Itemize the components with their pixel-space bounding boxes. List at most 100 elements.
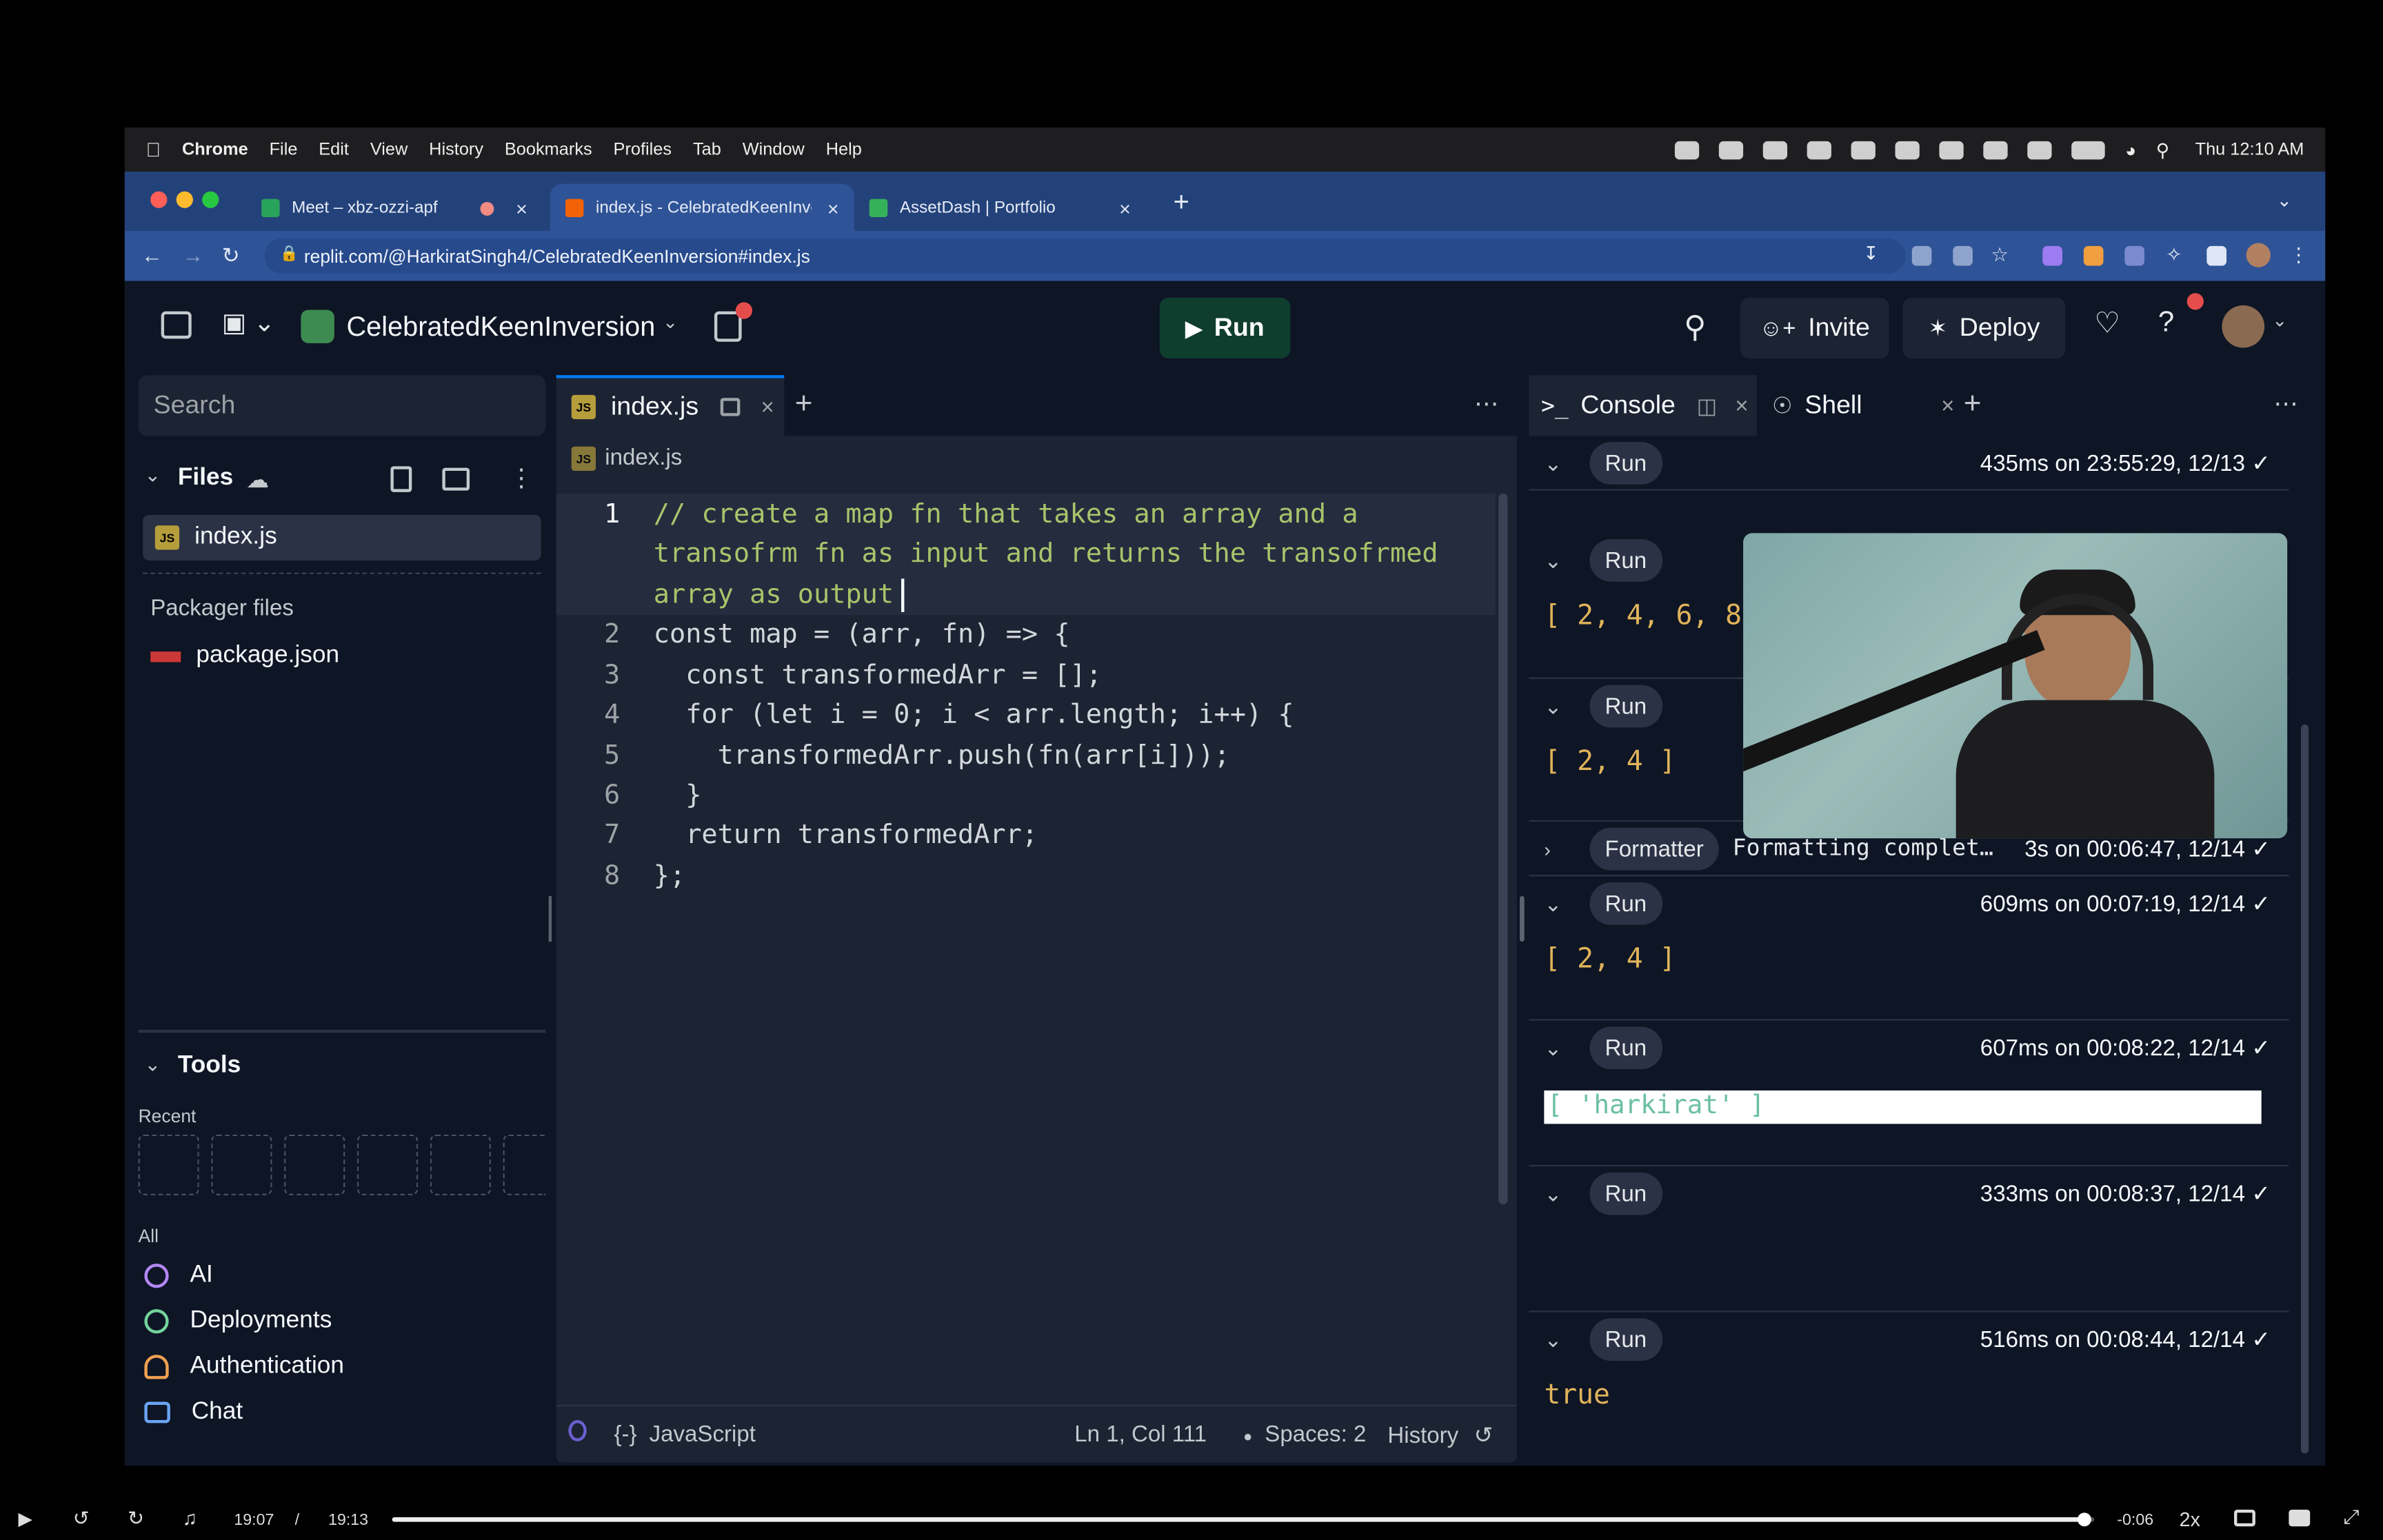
tray-icon[interactable] — [1763, 140, 1788, 159]
file-item-index-js[interactable]: JS index.js — [143, 514, 541, 560]
tray-icon[interactable] — [1851, 140, 1876, 159]
history-button[interactable]: History ↺ — [1387, 1421, 1493, 1448]
repl-menu-chevron-icon[interactable]: ⌄ — [663, 312, 678, 333]
ai-assist-icon[interactable] — [568, 1419, 587, 1441]
new-tab-icon[interactable]: + — [1174, 187, 1189, 219]
trash-icon[interactable]: ◫ — [1697, 393, 1717, 418]
zoom-icon[interactable] — [1911, 245, 1932, 266]
deploy-button[interactable]: ✶ Deploy — [1902, 297, 2066, 358]
search-icon[interactable]: ⚲ — [1684, 308, 1706, 346]
recent-tool-slot[interactable] — [430, 1134, 491, 1195]
menu-window[interactable]: Window — [743, 141, 805, 159]
help-icon[interactable]: ? — [2158, 307, 2174, 340]
menu-view[interactable]: View — [370, 141, 408, 159]
tool-item-deployments[interactable]: Deployments — [144, 1308, 332, 1335]
close-tab-icon[interactable]: × — [516, 196, 527, 219]
console-entry-header[interactable]: ⌄ Run 435ms on 23:55:29, 12/13 ✓ — [1529, 436, 2289, 490]
files-menu-icon[interactable]: ⋮ — [509, 463, 533, 494]
menu-file[interactable]: File — [270, 141, 298, 159]
minimize-window-button[interactable] — [176, 191, 193, 208]
tool-item-authentication[interactable]: Authentication — [144, 1353, 344, 1381]
files-heading[interactable]: Files — [178, 465, 233, 492]
bookmark-star-icon[interactable]: ☆ — [1991, 243, 2009, 267]
extensions-puzzle-icon[interactable]: ✧ — [2166, 243, 2182, 267]
menu-profiles[interactable]: Profiles — [614, 141, 672, 159]
collapse-chevron-icon[interactable]: ⌄ — [1544, 1326, 1562, 1352]
share-icon[interactable] — [1953, 245, 1973, 266]
close-tab-icon[interactable]: × — [1735, 393, 1748, 418]
collapse-chevron-icon[interactable]: ⌄ — [1544, 1035, 1562, 1060]
file-menu-icon[interactable] — [719, 398, 740, 416]
pane-resize-handle[interactable] — [1520, 895, 1525, 942]
console-entry-header[interactable]: ⌄ Run 516ms on 00:08:44, 12/14 ✓ — [1529, 1313, 2289, 1367]
menubar-clock[interactable]: Thu 12:10 AM — [2195, 141, 2304, 159]
new-console-tab-icon[interactable]: + — [1964, 387, 1982, 423]
menu-help[interactable]: Help — [826, 141, 862, 159]
collapse-chevron-icon[interactable]: ⌄ — [1544, 693, 1562, 719]
editor-tab-index-js[interactable]: JS index.js × — [556, 375, 785, 436]
expand-chevron-icon[interactable]: › — [1544, 838, 1551, 860]
tray-icon[interactable] — [1807, 140, 1832, 159]
close-window-button[interactable] — [150, 191, 168, 208]
seek-bar[interactable] — [392, 1512, 2095, 1527]
tray-icon[interactable] — [1719, 140, 1744, 159]
extension-icon[interactable] — [2083, 245, 2104, 266]
menu-history[interactable]: History — [429, 141, 483, 159]
spotlight-icon[interactable]: ⚲ — [2156, 139, 2169, 161]
forward-icon[interactable]: ↻ — [128, 1507, 144, 1531]
install-icon[interactable]: ↧ — [1863, 243, 1878, 265]
forward-icon[interactable]: → — [182, 243, 203, 267]
console-entry-header[interactable]: ⌄ Run 607ms on 00:08:22, 12/14 ✓ — [1529, 1021, 2289, 1075]
menu-app-name[interactable]: Chrome — [182, 141, 248, 159]
profile-avatar[interactable] — [2246, 243, 2271, 267]
user-avatar[interactable] — [2222, 305, 2265, 348]
bell-icon[interactable]: ♡ — [2094, 307, 2120, 342]
extension-icon[interactable] — [2124, 245, 2144, 266]
menu-edit[interactable]: Edit — [319, 141, 349, 159]
tray-icon[interactable] — [1984, 140, 2009, 159]
tray-icon[interactable] — [1940, 140, 1964, 159]
new-folder-icon[interactable] — [442, 467, 470, 491]
invite-button[interactable]: ☺+ Invite — [1740, 297, 1889, 358]
side-panel-icon[interactable] — [2206, 245, 2227, 266]
play-icon[interactable]: ▶ — [18, 1508, 32, 1530]
collapse-chevron-icon[interactable]: ⌄ — [1544, 891, 1562, 916]
files-collapse-chevron-icon[interactable]: ⌄ — [144, 463, 161, 487]
chrome-menu-icon[interactable]: ⋮ — [2289, 243, 2309, 267]
tool-item-ai[interactable]: AI — [144, 1262, 213, 1290]
browser-tab-assetdash[interactable]: AssetDash | Portfolio × — [854, 184, 1146, 233]
tray-icon[interactable] — [1675, 140, 1700, 159]
browser-tab-replit[interactable]: index.js - CelebratedKeenInve × — [550, 183, 854, 233]
sidebar-toggle-icon[interactable] — [161, 311, 192, 339]
close-tab-icon[interactable]: × — [1941, 393, 1954, 418]
tools-collapse-chevron-icon[interactable]: ⌄ — [144, 1053, 161, 1077]
console-more-icon[interactable]: ⋯ — [2273, 389, 2297, 419]
run-button[interactable]: ▶ Run — [1159, 297, 1291, 358]
tools-heading[interactable]: Tools — [178, 1053, 241, 1080]
zoom-window-button[interactable] — [202, 191, 219, 208]
extension-icon[interactable] — [2042, 245, 2062, 266]
avatar-chevron-icon[interactable]: ⌄ — [2272, 310, 2287, 331]
collapse-chevron-icon[interactable]: ⌄ — [1544, 450, 1562, 476]
tool-item-chat[interactable]: Chat — [144, 1399, 243, 1426]
playback-speed[interactable]: 2x — [2180, 1508, 2200, 1531]
battery-icon[interactable] — [2071, 140, 2106, 159]
apple-icon[interactable]:  — [146, 138, 161, 161]
new-editor-tab-icon[interactable]: + — [795, 387, 813, 423]
breadcrumb[interactable]: JS index.js — [571, 445, 682, 471]
repl-name[interactable]: CelebratedKeenInversion — [347, 312, 656, 343]
new-file-icon[interactable] — [390, 466, 412, 492]
console-entry-header[interactable]: ⌄ Run 333ms on 00:08:37, 12/14 ✓ — [1529, 1166, 2289, 1221]
collapse-chevron-icon[interactable]: ⌄ — [1544, 547, 1562, 573]
tray-icon[interactable] — [1896, 140, 1920, 159]
tab-search-icon[interactable]: ⌄ — [2277, 190, 2292, 211]
tray-icon[interactable] — [2028, 140, 2053, 159]
editor-scrollbar[interactable] — [1498, 494, 1508, 1205]
rewind-icon[interactable]: ↺ — [73, 1507, 90, 1531]
recent-tool-slot[interactable] — [356, 1134, 419, 1195]
close-tab-icon[interactable]: × — [827, 196, 839, 219]
recent-tool-slot[interactable] — [211, 1134, 272, 1195]
editor-more-icon[interactable]: ⋯ — [1474, 389, 1498, 419]
workspace-switcher-icon[interactable]: ▣ ⌄ — [222, 308, 275, 338]
wifi-icon[interactable]: ◕ — [2125, 139, 2136, 161]
